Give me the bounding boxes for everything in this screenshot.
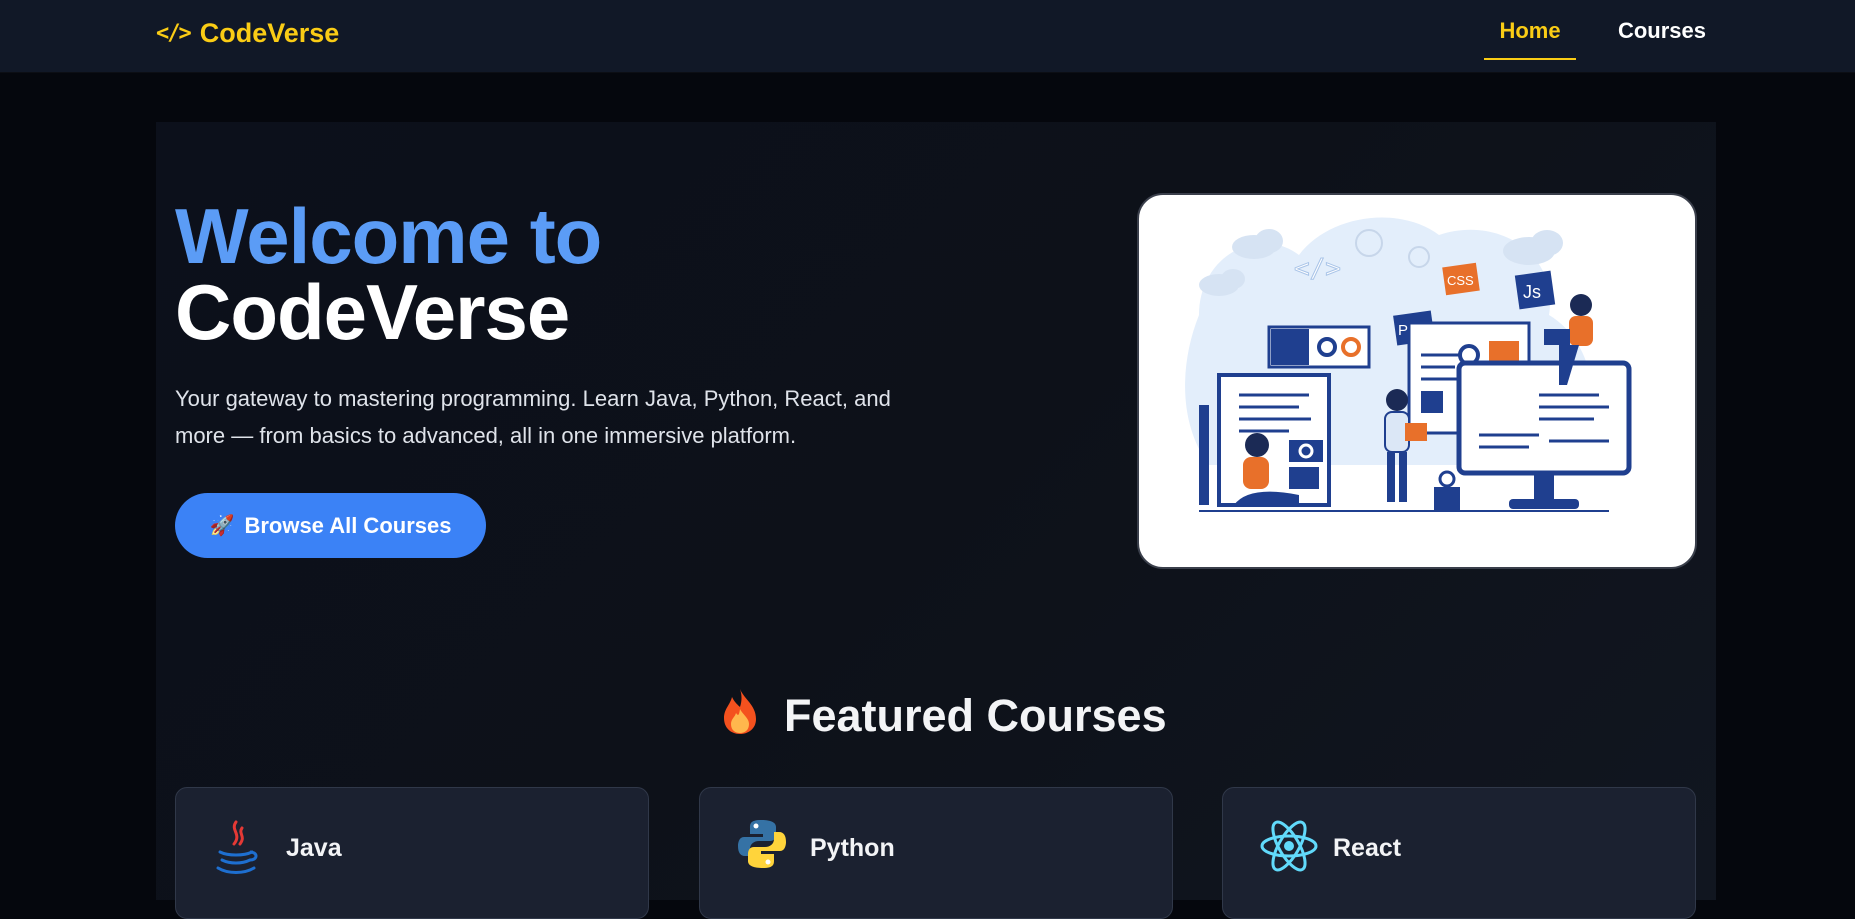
hero-title-line2: CodeVerse [175, 268, 570, 356]
featured-courses-title: Featured Courses [784, 690, 1167, 741]
hero-illustration: </> CSS Js PHP [1137, 193, 1697, 569]
nav-active-indicator [1484, 58, 1576, 60]
developers-illustration: </> CSS Js PHP [1185, 217, 1632, 512]
rocket-icon: 🚀 [209, 515, 235, 537]
course-card-python[interactable]: Python [699, 787, 1173, 919]
hero-title-line1: Welcome to [175, 192, 602, 280]
fire-icon [720, 687, 760, 746]
python-icon [736, 818, 786, 876]
nav-courses-link[interactable]: Courses [1612, 18, 1712, 48]
course-title: React [1333, 834, 1402, 862]
illustration-css-label: CSS [1447, 273, 1474, 288]
hero-description: Your gateway to mastering programming. L… [175, 386, 891, 448]
hero-title: Welcome to CodeVerse [175, 192, 602, 356]
brand-name: CodeVerse [199, 17, 340, 48]
illustration-js-label: Js [1523, 282, 1541, 302]
featured-courses-heading: Featured Courses [720, 688, 1167, 744]
react-icon [1259, 818, 1318, 876]
course-title: Python [810, 834, 895, 862]
brand-logo[interactable]: </> CodeVerse [156, 15, 339, 51]
course-card-java[interactable]: Java [175, 787, 649, 919]
course-title: Java [286, 834, 342, 862]
course-card-react[interactable]: React [1222, 787, 1696, 919]
illustration-code-label: </> [1294, 254, 1341, 284]
nav-home-link[interactable]: Home [1484, 18, 1576, 48]
navbar: </> CodeVerse Home Courses [0, 0, 1855, 72]
java-icon [212, 818, 260, 876]
browse-courses-button[interactable]: 🚀 Browse All Courses [175, 493, 486, 558]
browse-courses-label: Browse All Courses [244, 512, 452, 538]
code-brackets-icon: </> [156, 20, 192, 46]
